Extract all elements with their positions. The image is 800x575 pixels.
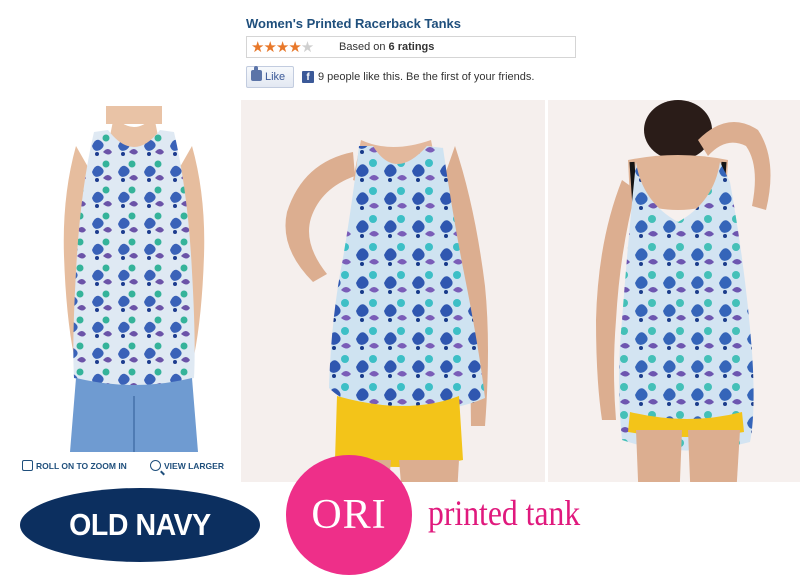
model-front-photo bbox=[241, 100, 545, 530]
ori-logo: ORI bbox=[286, 455, 412, 575]
facebook-like-button[interactable]: Like bbox=[246, 66, 294, 88]
half-star-icon: ★ bbox=[300, 39, 314, 56]
rating-summary: Based on 6 ratings bbox=[339, 41, 434, 53]
thumbs-up-icon bbox=[251, 66, 262, 81]
facebook-icon: f bbox=[302, 71, 314, 83]
like-label: Like bbox=[265, 71, 286, 83]
rating-box: ★★★★★ Based on 6 ratings bbox=[246, 36, 576, 58]
view-larger-link[interactable]: VIEW LARGER bbox=[150, 460, 224, 471]
like-count-text: 9 people like this. Be the first of your… bbox=[318, 71, 535, 83]
model-back-photo bbox=[548, 100, 800, 530]
zoom-in-link[interactable]: ROLL ON TO ZOOM IN bbox=[22, 460, 127, 471]
rating-stars: ★★★★★ bbox=[251, 38, 314, 56]
zoom-arrow-icon bbox=[22, 460, 33, 471]
old-navy-logo: OLD NAVY bbox=[20, 488, 260, 562]
product-image[interactable] bbox=[36, 106, 232, 452]
product-title[interactable]: Women's Printed Racerback Tanks bbox=[246, 16, 461, 31]
magnifier-plus-icon bbox=[150, 460, 161, 471]
printed-tank-caption: printed tank bbox=[428, 493, 581, 533]
old-navy-logo-text: OLD NAVY bbox=[69, 507, 211, 542]
full-stars: ★★★★ bbox=[251, 39, 302, 56]
rating-count: 6 ratings bbox=[388, 41, 435, 53]
ori-logo-text: ORI bbox=[311, 492, 387, 538]
rating-prefix: Based on bbox=[339, 41, 386, 53]
